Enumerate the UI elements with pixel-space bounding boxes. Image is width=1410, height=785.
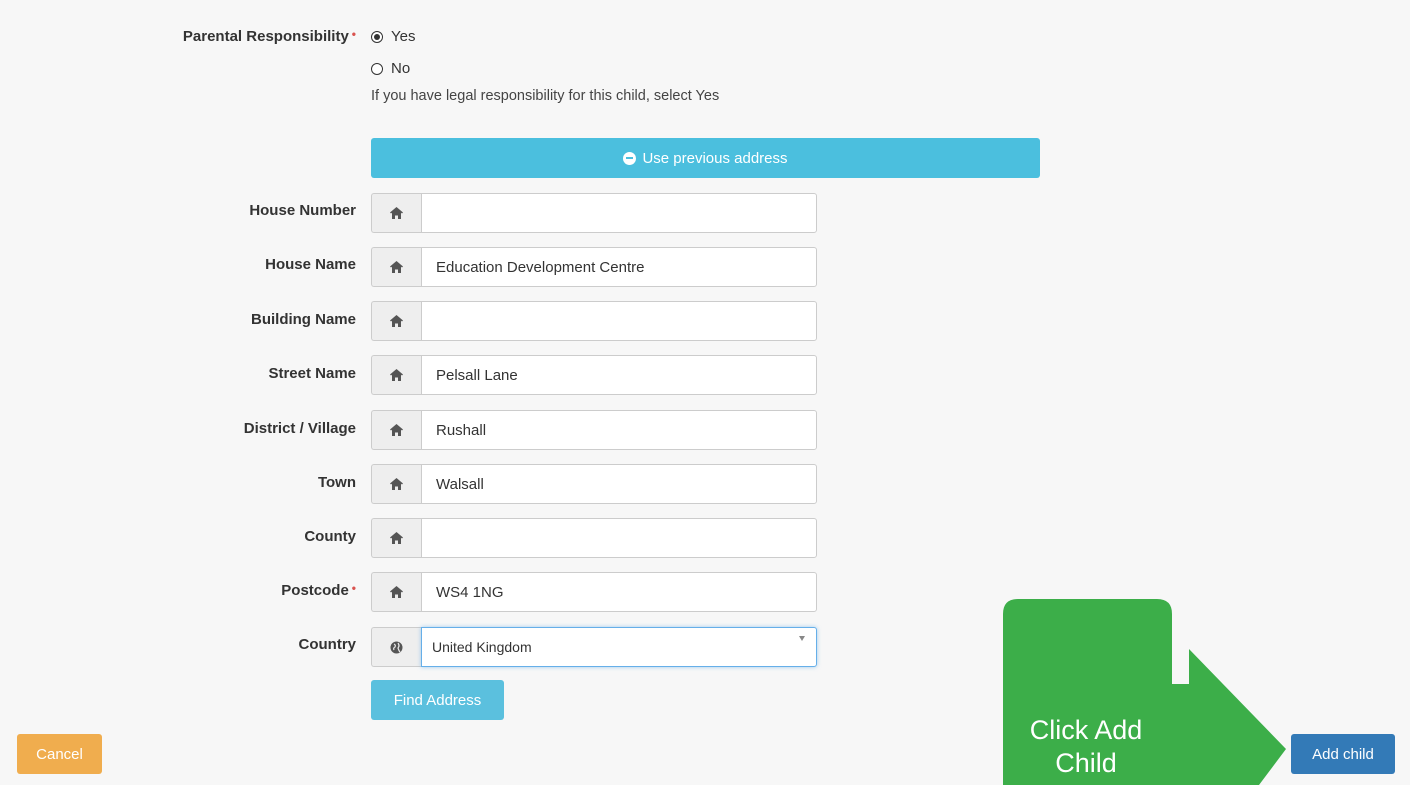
- district-village-field: [371, 410, 817, 450]
- house-number-field: [371, 193, 817, 233]
- use-previous-address-button[interactable]: Use previous address: [371, 138, 1040, 178]
- town-input[interactable]: [421, 464, 817, 504]
- country-select-value: United Kingdom: [432, 639, 532, 655]
- chevron-down-icon: [799, 636, 805, 641]
- house-number-label: House Number: [249, 202, 356, 219]
- radio-no[interactable]: No: [371, 60, 410, 77]
- home-icon: [371, 355, 421, 395]
- radio-yes-indicator[interactable]: [371, 30, 383, 43]
- home-icon: [371, 410, 421, 450]
- required-mark: •: [351, 581, 356, 595]
- country-label: Country: [298, 636, 357, 653]
- district-village-input[interactable]: [421, 410, 817, 450]
- parental-responsibility-label: Parental Responsibility •: [182, 27, 356, 45]
- home-icon: [371, 301, 421, 341]
- radio-no-indicator[interactable]: [371, 62, 383, 75]
- house-name-field: [371, 247, 817, 287]
- globe-icon: [371, 627, 421, 667]
- building-name-input[interactable]: [421, 301, 817, 341]
- radio-yes-label[interactable]: Yes: [391, 28, 415, 45]
- cancel-button[interactable]: Cancel: [17, 734, 102, 774]
- home-icon: [371, 518, 421, 558]
- use-previous-address-label: Use previous address: [642, 149, 788, 167]
- town-label: Town: [317, 474, 356, 491]
- district-village-label: District / Village: [243, 420, 356, 437]
- home-icon: [371, 193, 421, 233]
- parental-help-text: If you have legal responsibility for thi…: [371, 88, 720, 104]
- radio-no-label[interactable]: No: [391, 60, 410, 77]
- building-name-field: [371, 301, 817, 341]
- house-number-input[interactable]: [421, 193, 817, 233]
- callout-text: Click Add Child: [1029, 715, 1143, 778]
- street-name-label: Street Name: [268, 365, 356, 382]
- street-name-input[interactable]: [421, 355, 817, 395]
- postcode-input[interactable]: [421, 572, 817, 612]
- county-input[interactable]: [421, 518, 817, 558]
- radio-yes[interactable]: Yes: [371, 28, 415, 45]
- house-name-label: House Name: [265, 256, 356, 273]
- add-child-button[interactable]: Add child: [1291, 734, 1395, 774]
- home-icon: [371, 247, 421, 287]
- home-icon: [371, 464, 421, 504]
- street-name-field: [371, 355, 817, 395]
- find-address-button[interactable]: Find Address: [371, 680, 504, 720]
- house-name-input[interactable]: [421, 247, 817, 287]
- country-select[interactable]: United Kingdom: [421, 627, 817, 667]
- postcode-label: Postcode •: [281, 581, 356, 599]
- postcode-field: [371, 572, 817, 612]
- county-label: County: [304, 528, 356, 545]
- country-field: United Kingdom: [371, 627, 817, 667]
- building-name-label: Building Name: [250, 311, 356, 328]
- town-field: [371, 464, 817, 504]
- minus-circle-icon: [623, 151, 637, 165]
- home-icon: [371, 572, 421, 612]
- county-field: [371, 518, 817, 558]
- required-mark: •: [351, 27, 356, 41]
